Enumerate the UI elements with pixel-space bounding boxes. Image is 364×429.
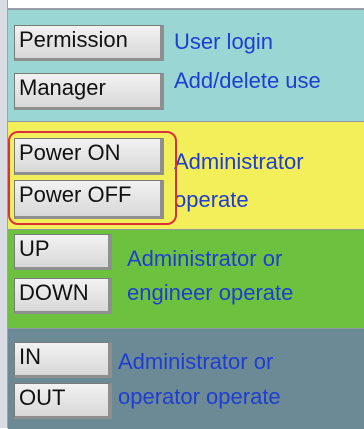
manager-button[interactable]: Manager xyxy=(14,73,164,110)
down-button[interactable]: DOWN xyxy=(14,278,112,314)
permission-description-line-2: Add/delete use xyxy=(174,68,321,93)
in-out-description-line-1: Administrator or xyxy=(118,349,274,374)
out-button[interactable]: OUT xyxy=(14,383,112,419)
in-out-description-line-2: operator operate xyxy=(118,384,281,409)
up-down-description-line-2: engineer operate xyxy=(127,280,294,305)
power-description-line-1: Administrator xyxy=(174,149,304,174)
up-button[interactable]: UP xyxy=(14,234,112,270)
permission-button[interactable]: Permission xyxy=(14,25,164,61)
in-button[interactable]: IN xyxy=(14,342,112,378)
up-down-description-line-1: Administrator or xyxy=(127,246,283,271)
header-strip xyxy=(8,0,364,9)
highlight-box xyxy=(8,131,177,225)
permission-description-line-1: User login xyxy=(174,29,274,54)
power-description-line-2: operate xyxy=(174,187,249,212)
window-left-edge xyxy=(0,0,8,428)
